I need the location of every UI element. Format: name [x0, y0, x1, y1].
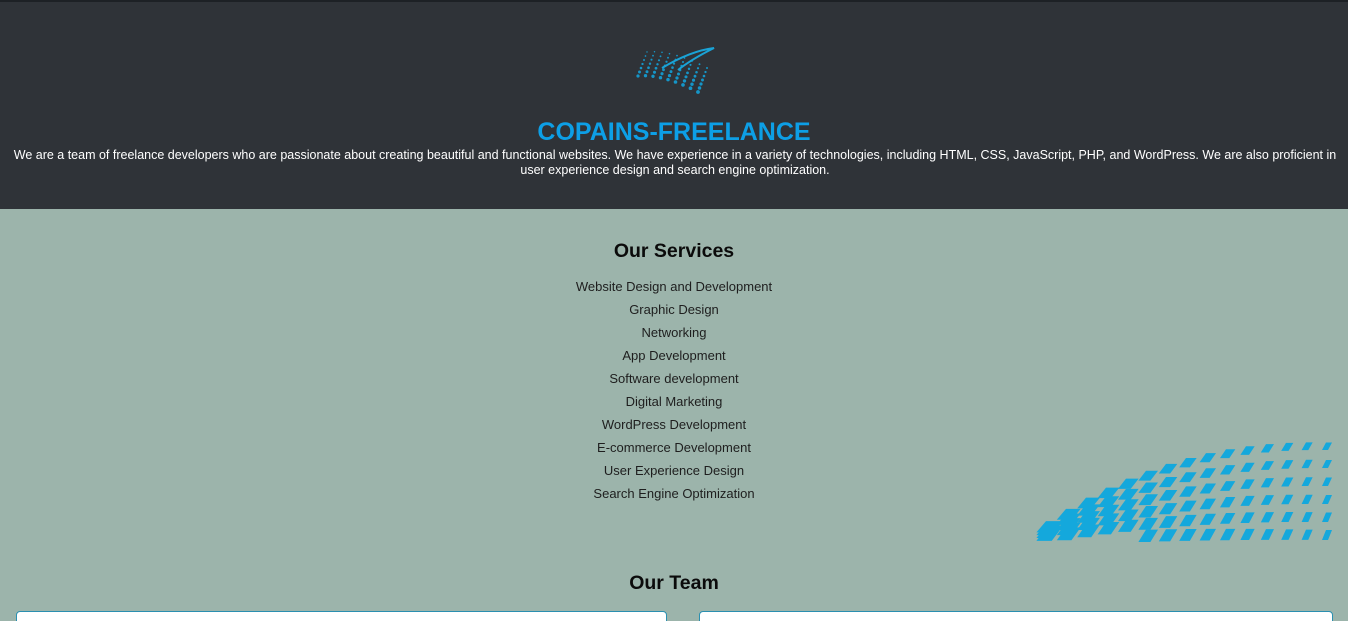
services-heading: Our Services	[613, 240, 735, 262]
intro-text: We are a team of freelance developers wh…	[13, 148, 1337, 177]
team-heading: Our Team	[629, 572, 719, 594]
site-header: COPAINS-FREELANCE We are a team of freel…	[0, 2, 1348, 209]
list-item: Website Design and Development	[575, 279, 773, 294]
wave-mesh-logo-icon	[636, 47, 715, 94]
list-item: Networking	[641, 325, 707, 340]
list-item: Software development	[609, 371, 739, 386]
wave-mesh-decoration-icon	[1036, 442, 1332, 542]
list-item: Digital Marketing	[625, 394, 723, 409]
team-card[interactable]	[699, 611, 1333, 621]
team-card[interactable]	[16, 611, 667, 621]
brand-title: COPAINS-FREELANCE	[537, 118, 811, 146]
list-item: App Development	[622, 348, 726, 363]
list-item: Graphic Design	[629, 302, 719, 317]
